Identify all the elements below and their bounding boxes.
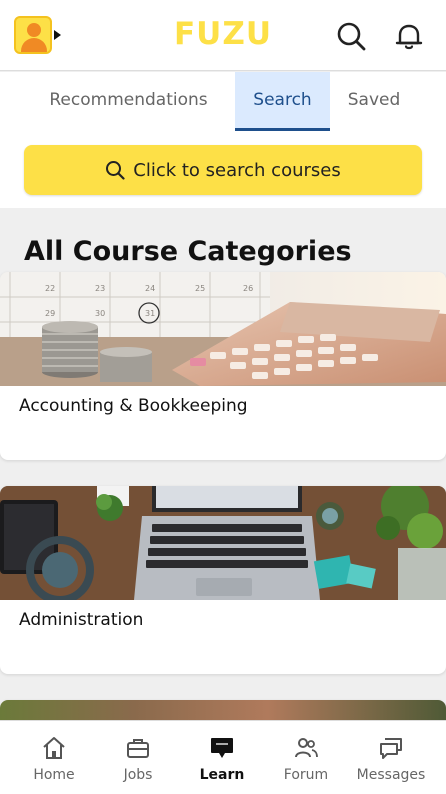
search-courses-button[interactable]: Click to search courses <box>24 145 422 195</box>
bottom-nav: Home Jobs Learn Forum Messages <box>0 720 446 794</box>
nav-forum[interactable]: Forum <box>261 735 351 783</box>
nav-home-label: Home <box>33 767 75 783</box>
people-icon <box>295 738 318 758</box>
top-bar: FUZU <box>0 0 446 71</box>
category-label: Administration <box>19 610 144 630</box>
tab-search[interactable]: Search <box>235 72 330 131</box>
search-area: Click to search courses <box>0 131 446 208</box>
search-courses-label: Click to search courses <box>133 159 341 181</box>
tab-recommendations[interactable]: Recommendations <box>26 72 231 131</box>
home-icon <box>43 737 65 759</box>
category-card-administration[interactable]: Administration <box>0 486 446 674</box>
svg-text:26: 26 <box>243 284 253 293</box>
nav-jobs-label: Jobs <box>123 767 153 783</box>
search-icon <box>106 161 125 180</box>
chat-icon <box>380 738 402 759</box>
nav-jobs[interactable]: Jobs <box>93 735 183 783</box>
page-title: All Course Categories <box>24 236 352 267</box>
briefcase-icon <box>127 739 149 758</box>
nav-messages[interactable]: Messages <box>346 735 436 783</box>
category-label: Accounting & Bookkeeping <box>19 396 248 416</box>
svg-text:31: 31 <box>145 309 155 318</box>
svg-text:24: 24 <box>145 284 155 293</box>
category-card-accounting[interactable]: 22 23 24 25 26 29 30 31 Accounting & Boo… <box>0 272 446 460</box>
svg-text:25: 25 <box>195 284 205 293</box>
chalkboard-icon <box>211 738 233 758</box>
bell-icon[interactable] <box>394 21 424 51</box>
svg-text:29: 29 <box>45 309 55 318</box>
category-image-accounting: 22 23 24 25 26 29 30 31 <box>0 272 446 386</box>
nav-learn[interactable]: Learn <box>177 735 267 783</box>
nav-messages-label: Messages <box>356 767 426 783</box>
svg-text:22: 22 <box>45 284 55 293</box>
svg-text:23: 23 <box>95 284 105 293</box>
nav-home[interactable]: Home <box>9 735 99 783</box>
category-image-administration <box>0 486 446 600</box>
brand-logo[interactable]: FUZU <box>0 16 446 52</box>
tab-saved[interactable]: Saved <box>334 72 414 131</box>
tab-bar: Recommendations Search Saved <box>0 72 446 131</box>
nav-forum-label: Forum <box>283 767 329 783</box>
svg-text:30: 30 <box>95 309 105 318</box>
nav-learn-label: Learn <box>199 767 245 783</box>
search-icon[interactable] <box>336 21 366 51</box>
